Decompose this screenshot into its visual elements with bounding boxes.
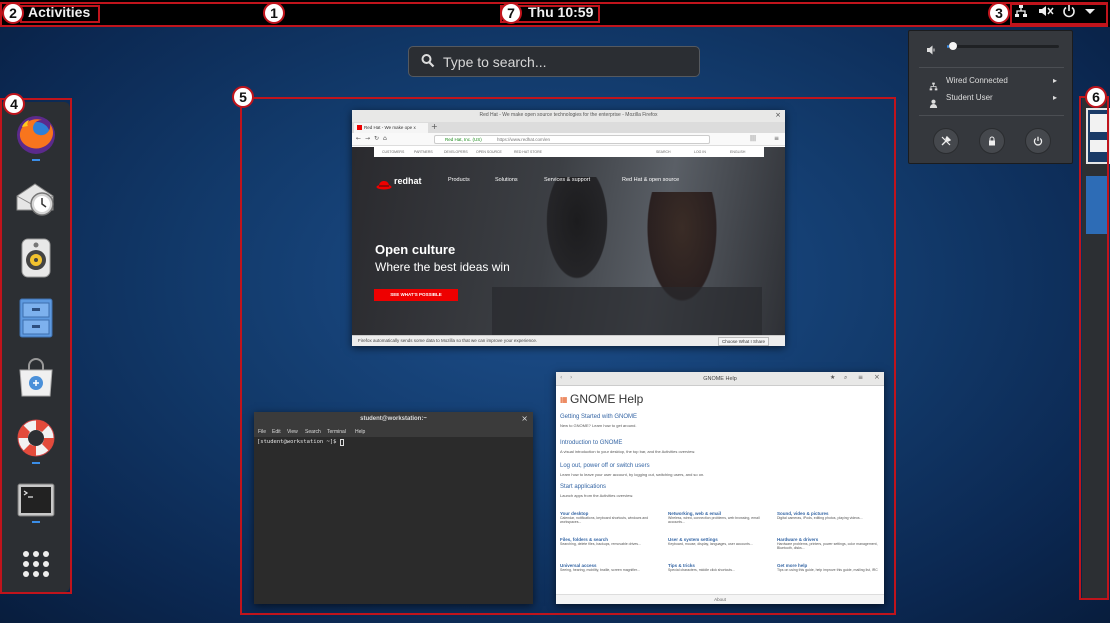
power-off-button[interactable] — [1025, 128, 1051, 154]
annotation-badge: 7 — [500, 2, 522, 24]
student-user-item[interactable]: Student User ▸ — [909, 90, 1074, 108]
arrow-right-icon: ▸ — [1053, 93, 1058, 102]
annotation-badge: 6 — [1085, 86, 1107, 108]
lock-button[interactable] — [979, 128, 1005, 154]
volume-icon — [927, 40, 938, 59]
annotation-box-dash — [0, 98, 72, 594]
arrow-right-icon: ▸ — [1053, 76, 1058, 85]
settings-button[interactable] — [933, 128, 959, 154]
annotation-badge: 3 — [988, 2, 1010, 24]
search-input[interactable] — [443, 51, 693, 73]
separator — [919, 115, 1064, 116]
search-entry[interactable] — [408, 46, 700, 77]
volume-slider[interactable] — [947, 45, 1059, 48]
annotation-box-windows — [240, 97, 896, 615]
lock-icon — [989, 136, 995, 146]
annotation-badge: 2 — [2, 2, 24, 24]
settings-icon — [941, 135, 952, 146]
system-menu: Wired Connected ▸ Student User ▸ — [908, 30, 1073, 164]
wired-connected-item[interactable]: Wired Connected ▸ — [909, 73, 1074, 91]
search-icon — [421, 53, 435, 73]
annotation-badge: 5 — [232, 86, 254, 108]
power-icon — [1033, 136, 1043, 146]
separator — [919, 67, 1064, 68]
annotation-box-workspaces — [1079, 96, 1109, 600]
user-icon — [929, 93, 938, 112]
wired-connected-label: Wired Connected — [946, 76, 1008, 85]
student-user-label: Student User — [946, 93, 993, 102]
annotation-box-system-menu — [1010, 3, 1108, 25]
volume-slider-handle[interactable] — [949, 42, 957, 50]
annotation-badge: 4 — [3, 93, 25, 115]
annotation-badge: 1 — [263, 2, 285, 24]
annotation-box-activities — [20, 5, 100, 23]
